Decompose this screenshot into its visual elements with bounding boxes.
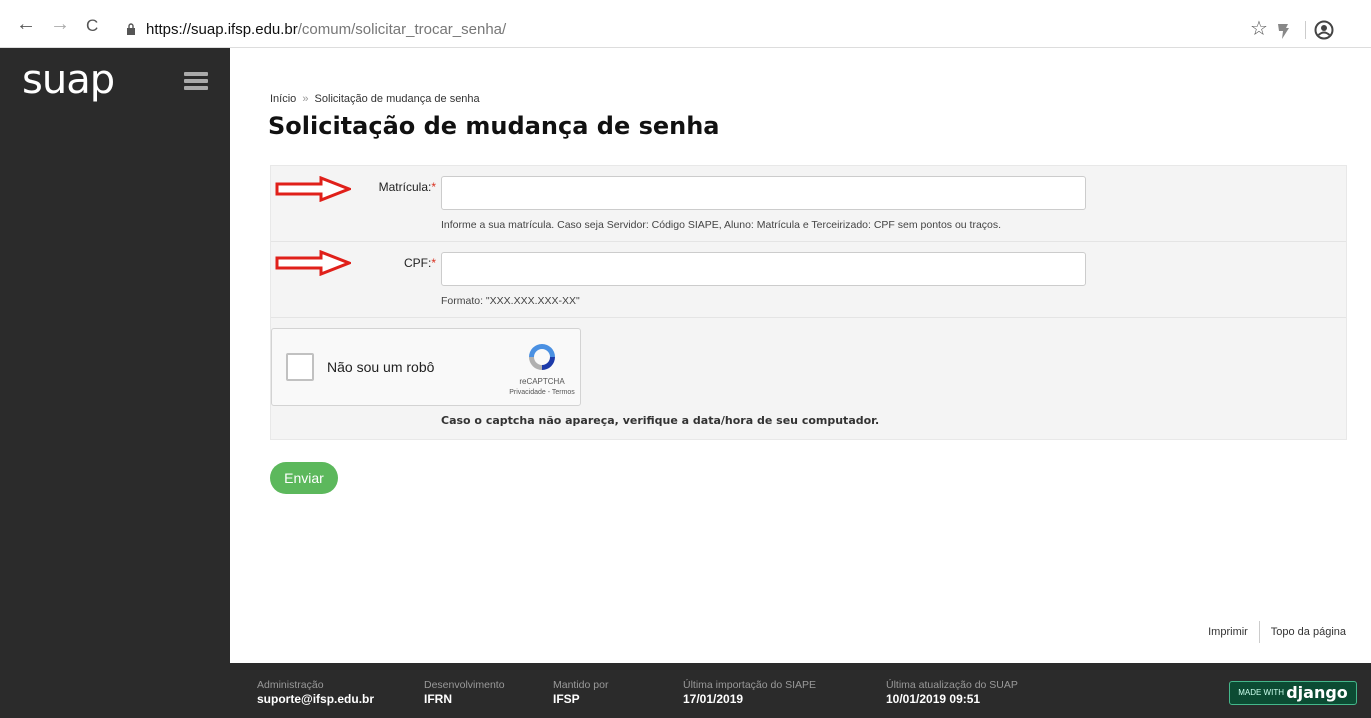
- link-divider: [1258, 621, 1260, 643]
- red-arrow-icon: [275, 176, 351, 202]
- footer-admin: Administração suporte@ifsp.edu.br: [257, 679, 375, 707]
- matricula-input[interactable]: [441, 176, 1086, 210]
- required-mark: *: [431, 180, 436, 194]
- print-link[interactable]: Imprimir: [1208, 626, 1248, 638]
- support-email[interactable]: suporte@ifsp.edu.br: [257, 691, 374, 707]
- forward-button[interactable]: →: [50, 14, 70, 34]
- site-footer: Administração suporte@ifsp.edu.br Desenv…: [230, 663, 1371, 718]
- cpf-label: CPF:*: [403, 256, 436, 270]
- page-footer-links: Imprimir Topo da página: [1208, 621, 1346, 643]
- suap-logo[interactable]: suap: [22, 56, 115, 104]
- required-mark: *: [431, 256, 436, 270]
- made-with-django-badge[interactable]: MADE WITH django: [1229, 681, 1357, 705]
- captcha-note: Caso o captcha não apareça, verifique a …: [441, 414, 880, 427]
- matricula-help: Informe a sua matrícula. Caso seja Servi…: [441, 219, 1002, 231]
- toolbar-divider: [1305, 21, 1306, 39]
- url-path: /comum/solicitar_trocar_senha/: [297, 21, 507, 38]
- sidebar: suap: [0, 48, 230, 718]
- breadcrumb-separator: »: [302, 93, 309, 105]
- matricula-label: Matrícula:*: [378, 180, 436, 194]
- back-button[interactable]: ←: [16, 14, 36, 34]
- profile-icon[interactable]: [1314, 20, 1334, 40]
- breadcrumb: Início » Solicitação de mudança de senha: [270, 93, 480, 105]
- footer-development: Desenvolvimento IFRN: [424, 679, 505, 706]
- recaptcha-label: Não sou um robô: [327, 359, 435, 375]
- recaptcha-links[interactable]: Privacidade - Termos: [502, 389, 582, 396]
- top-of-page-link[interactable]: Topo da página: [1271, 626, 1346, 638]
- browser-toolbar: ← → C https://suap.ifsp.edu.br/comum/sol…: [0, 0, 1371, 48]
- red-arrow-icon: [275, 250, 351, 276]
- cpf-input[interactable]: [441, 252, 1086, 286]
- lock-icon: [127, 23, 135, 35]
- recaptcha-widget: Não sou um robô reCAPTCHA Privacidade - …: [271, 328, 581, 406]
- matricula-row: Matrícula:* Informe a sua matrícula. Cas…: [271, 166, 1346, 242]
- url-host: https://suap.ifsp.edu.br: [146, 21, 298, 38]
- breadcrumb-home[interactable]: Início: [270, 93, 296, 105]
- password-request-form: Matrícula:* Informe a sua matrícula. Cas…: [270, 165, 1347, 440]
- breadcrumb-current: Solicitação de mudança de senha: [314, 93, 480, 105]
- hamburger-icon[interactable]: [184, 72, 208, 90]
- footer-siape-import: Última importação do SIAPE 17/01/2019: [683, 679, 817, 706]
- footer-maintained-by: Mantido por IFSP: [553, 679, 609, 706]
- footer-suap-update: Última atualização do SUAP 10/01/2019 09…: [886, 679, 1018, 706]
- reload-button[interactable]: C: [86, 16, 98, 36]
- captcha-row: Não sou um robô reCAPTCHA Privacidade - …: [271, 318, 1346, 440]
- recaptcha-brand: reCAPTCHA: [519, 377, 565, 386]
- page-title: Solicitação de mudança de senha: [268, 112, 720, 140]
- cpf-help: Formato: "XXX.XXX.XXX-XX": [441, 295, 580, 307]
- address-bar[interactable]: https://suap.ifsp.edu.br/comum/solicitar…: [146, 20, 506, 40]
- main-content: Início » Solicitação de mudança de senha…: [230, 48, 1371, 663]
- extension-icon[interactable]: [1276, 22, 1290, 40]
- star-icon[interactable]: ☆: [1250, 18, 1268, 40]
- cpf-row: CPF:* Formato: "XXX.XXX.XXX-XX": [271, 242, 1346, 318]
- recaptcha-logo-icon: [529, 344, 555, 370]
- recaptcha-checkbox[interactable]: [286, 353, 314, 381]
- submit-button[interactable]: Enviar: [270, 462, 338, 494]
